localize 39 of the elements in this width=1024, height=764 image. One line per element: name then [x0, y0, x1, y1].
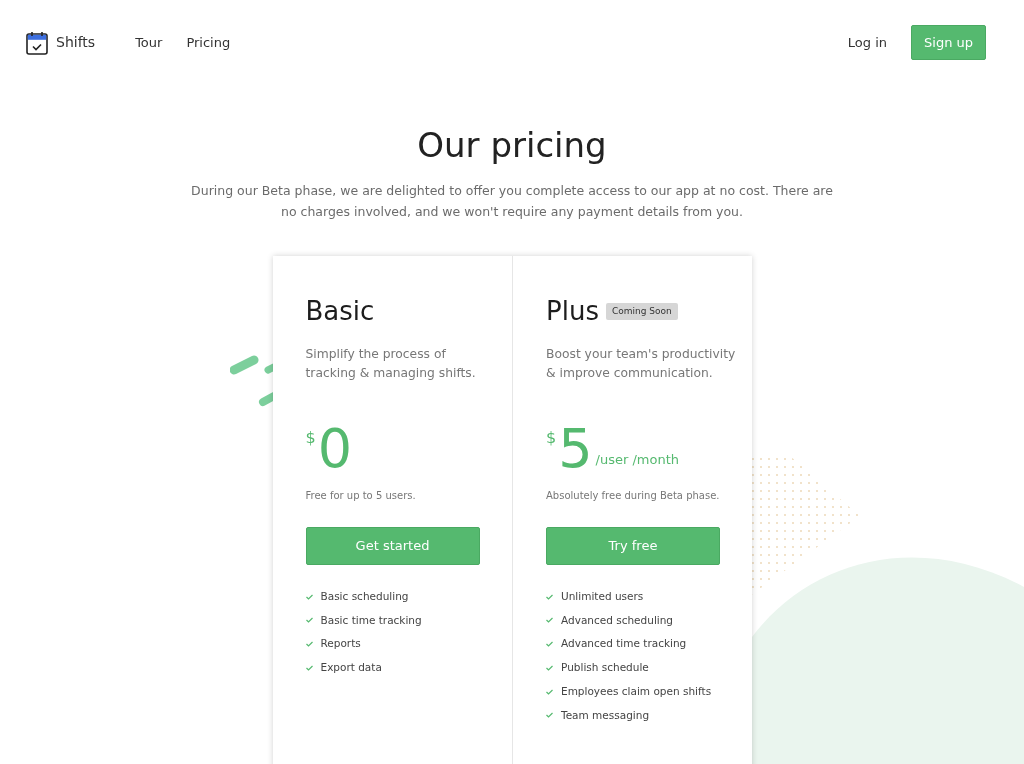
- check-icon: [305, 593, 313, 600]
- feature-item: Team messaging: [561, 707, 650, 723]
- feature-item: Unlimited users: [561, 588, 644, 604]
- login-link[interactable]: Log in: [847, 32, 887, 53]
- price-unit: /user /month: [595, 451, 679, 470]
- plan-name: Plus: [546, 294, 599, 328]
- feature-item: Basic time tracking: [320, 612, 422, 628]
- check-icon: [305, 664, 313, 671]
- plan-name: Basic: [305, 294, 375, 328]
- check-icon: [546, 617, 553, 624]
- feature-item: Export data: [320, 660, 382, 676]
- check-icon: [546, 593, 553, 600]
- calendar-check-icon: [26, 30, 48, 55]
- plan-description: Boost your team's productivity & improve communication.: [546, 345, 737, 383]
- check-icon: [546, 712, 553, 719]
- price-note: Free for up to 5 users.: [305, 488, 417, 503]
- nav-link[interactable]: Pricing: [186, 32, 231, 53]
- feature-item: Employees claim open shifts: [561, 683, 712, 699]
- feature-item: Advanced scheduling: [561, 612, 674, 628]
- feature-item: Publish schedule: [561, 660, 649, 676]
- plan-price: 0: [317, 421, 353, 476]
- plan-description: Simplify the process of tracking & managing shifts.: [305, 345, 477, 383]
- currency-symbol: $: [305, 426, 316, 449]
- check-icon: [546, 641, 553, 648]
- page-title: Our pricing: [416, 125, 608, 166]
- check-icon: [305, 641, 313, 648]
- check-icon: [546, 688, 553, 695]
- feature-item: Reports: [320, 636, 361, 652]
- coming-soon-tag: Coming Soon: [605, 302, 678, 321]
- page-subtitle: During our Beta phase, we are delighted to offer you complete access to our app at no cost. There are no charges involved, and we won't require any payment details from you.: [190, 181, 834, 221]
- price-note: Absolutely free during Beta phase.: [546, 488, 721, 503]
- nav-link[interactable]: Tour: [135, 32, 163, 53]
- plan-price: 5: [558, 421, 593, 476]
- check-icon: [305, 617, 313, 624]
- brand-name[interactable]: Shifts: [56, 32, 96, 53]
- feature-item: Advanced time tracking: [561, 636, 687, 652]
- currency-symbol: $: [546, 426, 557, 449]
- feature-item: Basic scheduling: [320, 588, 409, 604]
- check-icon: [546, 664, 553, 671]
